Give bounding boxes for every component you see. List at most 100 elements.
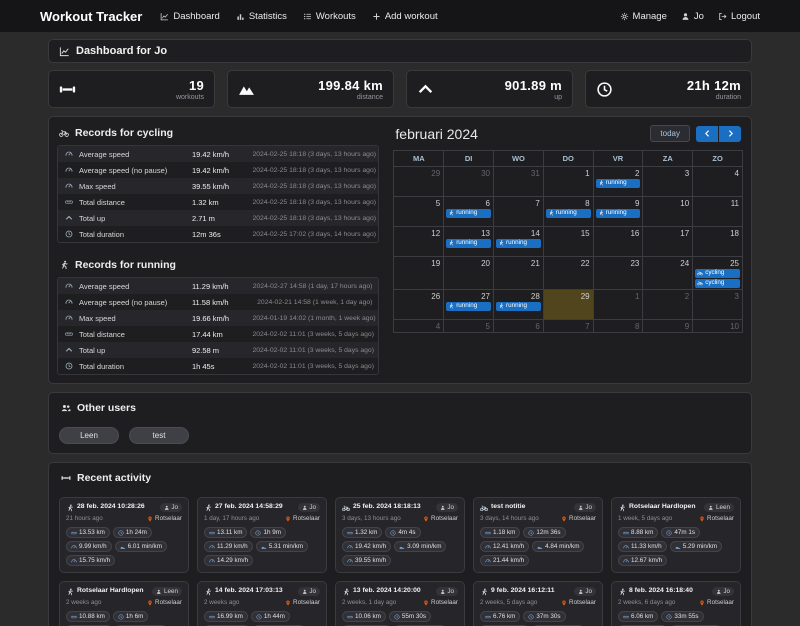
record-date: 2024-01-19 14:02 (1 month, 1 week ago): [252, 314, 376, 322]
record-value: 92.58 m: [191, 345, 220, 355]
activity-user-badge[interactable]: Jo: [159, 503, 182, 512]
calendar-event[interactable]: running: [496, 301, 541, 311]
activity-chips: 6.06 km33m 55s10.72 km/h5.60 min/km12.45…: [618, 611, 734, 626]
record-value: 11.58 km/h: [191, 297, 229, 307]
list-icon: [303, 12, 312, 21]
calendar-day-header: ZA: [642, 150, 694, 167]
activity-stat-chip: 1h 6m: [112, 611, 149, 623]
chart-line-icon: [59, 46, 70, 57]
records-panel: Records for cycling Average speed 19.42 km…: [57, 125, 380, 243]
user-button-leen[interactable]: Leen: [59, 427, 119, 444]
users-icon: [61, 403, 71, 413]
gauge-icon: [209, 544, 215, 550]
nav-item-statistics[interactable]: Statistics: [236, 11, 287, 22]
clock-icon: [118, 614, 124, 620]
activity-stat-chip: 14.29 km/h: [204, 555, 254, 567]
calendar-event[interactable]: running: [496, 239, 541, 248]
activity-user-badge[interactable]: Leen: [152, 587, 182, 596]
activity-card[interactable]: test notitie Jo 3 days, 14 hours ago Rotsel…: [473, 497, 603, 573]
calendar-today-button[interactable]: today: [650, 125, 690, 142]
activity-card[interactable]: 28 feb. 2024 10:28:26 Jo 21 hours ago Rotse…: [59, 497, 189, 573]
activity-user-badge[interactable]: Jo: [711, 587, 734, 596]
activity-card[interactable]: 25 feb. 2024 18:18:13 Jo 3 days, 13 hours …: [335, 497, 465, 573]
activity-chips: 13.11 km 1h 9m 11.29 km/h 5.31 min/km 14.29 …: [204, 527, 320, 567]
calendar-event[interactable]: running: [446, 239, 491, 248]
card-title-row: test notitie Jo: [480, 503, 596, 512]
runner-icon: [66, 588, 74, 596]
record-value: 39.55 km/h: [191, 181, 230, 191]
activity-card[interactable]: 27 feb. 2024 14:58:29 Jo 1 day, 17 hours a…: [197, 497, 327, 573]
calendar-event[interactable]: running: [446, 301, 491, 311]
card-title-row: 13 feb. 2024 14:20:00 Jo: [342, 587, 458, 596]
records-table: Average speed 11.29 km/h 2024-02-27 14:58 …: [57, 277, 380, 375]
activity-card[interactable]: 8 feb. 2024 16:18:40 Jo 2 weeks, 6 days ag…: [611, 581, 741, 626]
activity-stat-chip: 5.29 min/km: [669, 541, 722, 553]
runner-icon: [448, 240, 454, 246]
calendar-day-number: 17: [680, 229, 690, 238]
chip-value: 12m 36s: [536, 529, 561, 537]
bike-icon: [697, 270, 704, 276]
chip-value: 1h 44m: [263, 613, 285, 621]
calendar-day-number: 1: [634, 291, 640, 301]
activity-chips: 16.99 km1h 44m9.79 km/h6.13 min/km13.01 …: [204, 611, 320, 626]
calendar-day-number: 26: [431, 291, 441, 301]
chip-value: 10.88 km: [79, 613, 105, 621]
calendar-day-number: 3: [734, 291, 739, 301]
activity-title: 8 feb. 2024 16:18:40: [629, 587, 693, 594]
records-panel-header: Records for running: [57, 257, 379, 277]
calendar-event[interactable]: cycling: [695, 278, 740, 288]
activity-user-badge[interactable]: Jo: [573, 587, 596, 596]
activity-user-badge[interactable]: Jo: [297, 503, 320, 512]
calendar-day-header: MA: [393, 150, 445, 167]
calendar-event[interactable]: running: [446, 209, 491, 218]
calendar-event[interactable]: running: [545, 209, 591, 218]
calendar-day-number: 27: [481, 291, 490, 301]
chip-value: 3.09 min/km: [407, 543, 442, 551]
activity-user-badge[interactable]: Jo: [297, 587, 320, 596]
calendar-day-header: DO: [542, 150, 594, 167]
calendar-prev-button[interactable]: [696, 125, 718, 142]
nav-item-add-workout[interactable]: Add workout: [372, 11, 438, 22]
activity-user-name: Leen: [163, 588, 178, 595]
stat-value: 21h 12m: [686, 77, 741, 93]
activity-user-badge[interactable]: Jo: [573, 503, 596, 512]
calendar-day: 5: [443, 318, 494, 333]
activity-location: Rotselaar: [699, 599, 734, 606]
nav-item-user[interactable]: Jo: [681, 11, 704, 22]
nav-item-workouts[interactable]: Workouts: [303, 11, 356, 22]
record-label: Total distance: [79, 197, 125, 207]
activity-location-name: Rotselaar: [431, 515, 458, 522]
activity-card[interactable]: 14 feb. 2024 17:03:13 Jo 2 weeks ago Rotsel…: [197, 581, 327, 626]
activity-user-badge[interactable]: Leen: [704, 503, 734, 512]
runner-icon: [448, 210, 454, 216]
calendar-event[interactable]: cycling: [695, 269, 740, 278]
activity-title: 28 feb. 2024 10:28:26: [77, 503, 145, 510]
nav-item-logout[interactable]: Logout: [718, 11, 760, 22]
gauge-icon: [71, 544, 77, 550]
activity-location-name: Rotselaar: [293, 515, 320, 522]
clock-icon: [394, 614, 400, 620]
calendar-day: 6 running: [443, 196, 494, 227]
stat-text: 21h 12m duration: [687, 78, 741, 101]
calendar-next-button[interactable]: [719, 125, 741, 142]
nav-item-dashboard[interactable]: Dashboard: [160, 11, 220, 22]
app-title[interactable]: Workout Tracker: [40, 9, 142, 24]
record-value: 2.71 m: [191, 213, 215, 223]
activity-user-badge[interactable]: Jo: [435, 587, 458, 596]
activity-card[interactable]: 13 feb. 2024 14:20:00 Jo 2 weeks, 1 day ag…: [335, 581, 465, 626]
calendar-day-number: 5: [485, 321, 490, 331]
chip-value: 6.76 km: [493, 613, 516, 621]
recent-activity-section: Recent activity 28 feb. 2024 10:28:26 Jo 2…: [48, 462, 752, 626]
activity-location-name: Rotselaar: [707, 599, 734, 606]
calendar-event[interactable]: running: [595, 179, 641, 188]
user-button-test[interactable]: test: [129, 427, 189, 444]
record-label: Average speed (no pause): [79, 165, 168, 175]
activity-card[interactable]: 9 feb. 2024 16:12:11 Jo 2 weeks, 5 days ag…: [473, 581, 603, 626]
clock-icon: [64, 362, 74, 370]
activity-user-badge[interactable]: Jo: [435, 503, 458, 512]
nav-item-manage[interactable]: Manage: [620, 11, 667, 22]
calendar-event[interactable]: running: [595, 209, 641, 218]
main-section: Records for cycling Average speed 19.42 km…: [48, 116, 752, 384]
activity-card[interactable]: Rotselaar Hardlopen Leen 2 weeks ago Rotsel…: [59, 581, 189, 626]
activity-card[interactable]: Rotselaar Hardlopen Leen 1 week, 5 days ag…: [611, 497, 741, 573]
